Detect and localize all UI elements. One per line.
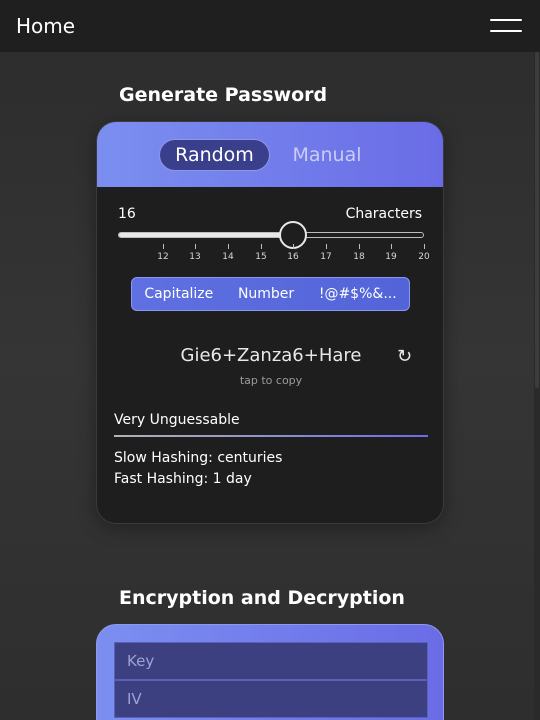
number-toggle[interactable]: Number [232, 282, 300, 306]
tick-label: 19 [385, 252, 397, 262]
password-generator-card: Random Manual 16 Characters 12 13 14 15 16 17… [96, 121, 444, 524]
iv-input[interactable] [127, 690, 415, 708]
fast-hashing-estimate: Fast Hashing: 1 day [114, 471, 252, 487]
length-slider-track[interactable] [118, 232, 424, 238]
slow-hashing-estimate: Slow Hashing: centuries [114, 450, 283, 466]
tick-mark [195, 244, 196, 249]
tick-label: 20 [418, 252, 430, 262]
hamburger-menu-icon[interactable] [490, 18, 522, 34]
tick-mark [163, 244, 164, 249]
scrollbar[interactable] [534, 52, 540, 720]
length-value: 16 [118, 206, 136, 222]
tick-mark [293, 244, 294, 249]
tick-label: 16 [287, 252, 299, 262]
encryption-title: Encryption and Decryption [119, 587, 405, 609]
tick-label: 14 [222, 252, 234, 262]
tick-label: 15 [255, 252, 267, 262]
slider-ticks: 12 13 14 15 16 17 18 19 20 [118, 244, 430, 268]
symbols-toggle[interactable]: !@#$%&... [313, 282, 403, 306]
generated-password[interactable]: Gie6+Zanza6+Hare [97, 345, 443, 366]
length-row: 16 Characters [118, 206, 422, 226]
strength-label: Very Unguessable [114, 412, 240, 428]
capitalize-toggle[interactable]: Capitalize [138, 282, 219, 306]
key-input[interactable] [127, 652, 415, 670]
length-unit-label: Characters [345, 206, 422, 222]
tab-random[interactable]: Random [159, 139, 270, 171]
key-field[interactable] [114, 642, 428, 680]
length-slider-fill [119, 233, 294, 237]
generate-password-title: Generate Password [119, 84, 328, 106]
tick-mark [228, 244, 229, 249]
tick-mark [391, 244, 392, 249]
page-title: Home [16, 14, 76, 38]
scrollbar-thumb[interactable] [535, 52, 539, 388]
strength-meter [114, 435, 428, 437]
character-options: Capitalize Number !@#$%&... [131, 277, 410, 311]
tick-mark [424, 244, 425, 249]
tick-mark [261, 244, 262, 249]
tick-label: 12 [157, 252, 169, 262]
tick-label: 17 [320, 252, 332, 262]
tab-manual[interactable]: Manual [283, 139, 371, 171]
copy-hint: tap to copy [239, 374, 303, 387]
mode-switch: Random Manual [97, 122, 443, 187]
tick-mark [359, 244, 360, 249]
tick-label: 13 [189, 252, 201, 262]
refresh-icon[interactable]: ↻ [397, 346, 412, 367]
app-bar: Home [0, 0, 540, 52]
encryption-card [96, 624, 444, 720]
tick-label: 18 [353, 252, 365, 262]
iv-field[interactable] [114, 680, 428, 718]
tick-mark [326, 244, 327, 249]
